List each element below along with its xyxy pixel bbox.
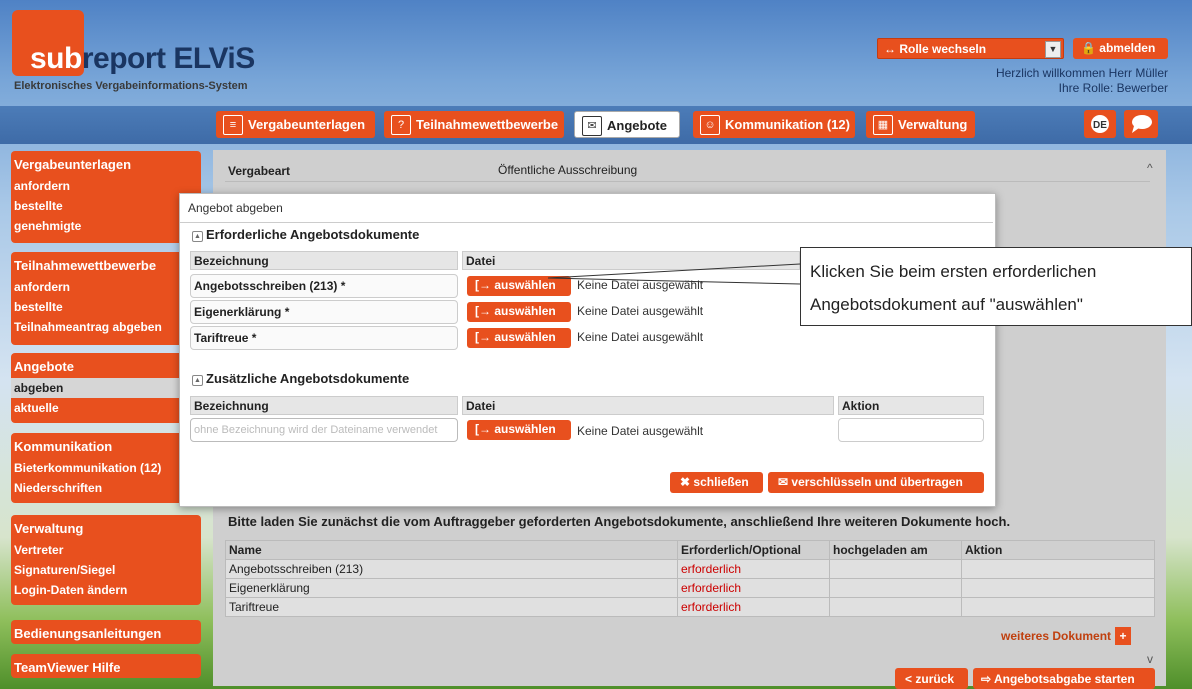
sidebar-item-bestellte[interactable]: bestellte	[11, 196, 201, 216]
upload-button[interactable]: [→ auswählen	[467, 420, 571, 440]
col-required: Erforderlich/Optional	[677, 540, 830, 560]
sidebar-item-bieterkommunikation[interactable]: Bieterkommunikation (12)	[11, 458, 201, 478]
upload-button[interactable]: [→ auswählen	[467, 302, 571, 322]
document-icon: ≡	[223, 115, 243, 135]
chevron-left-icon: <	[905, 672, 913, 686]
dialog-title: Angebot abgeben	[188, 201, 283, 215]
role-switch-select[interactable]: ↔ Rolle wechseln ▼	[877, 38, 1064, 59]
col-aktion: Aktion	[838, 396, 984, 415]
col-name: Name	[225, 540, 678, 560]
close-icon: ✖	[680, 475, 691, 489]
role-switch-label: ↔ Rolle wechseln	[884, 42, 987, 56]
file-status: Keine Datei ausgewählt	[577, 330, 704, 344]
sidebar-group-teilnahmewettbewerbe: Teilnahmewettbewerbe anfordern bestellte…	[11, 252, 201, 345]
close-button[interactable]: ✖ schließen	[670, 472, 763, 493]
collapse-icon: ▲	[192, 231, 203, 242]
file-status: Keine Datei ausgewählt	[577, 424, 704, 438]
envelope-icon: ✉	[778, 475, 789, 489]
file-status: Keine Datei ausgewählt	[577, 304, 704, 318]
plus-icon: +	[1115, 627, 1132, 645]
chevron-down-icon: ▼	[1045, 41, 1061, 58]
sidebar-item-bestellte-tw[interactable]: bestellte	[11, 297, 201, 317]
upload-button[interactable]: [→ auswählen	[467, 328, 571, 348]
collapse-icon: ▲	[192, 375, 203, 386]
extra-docs-section[interactable]: ▲ Zusätzliche Angebotsdokumente	[192, 371, 409, 386]
people-icon: ☺	[700, 115, 720, 135]
add-document-button[interactable]: weiteres Dokument +	[1001, 627, 1132, 645]
arrow-right-icon: [→	[475, 304, 491, 318]
sidebar-item-signaturen[interactable]: Signaturen/Siegel	[11, 560, 201, 580]
scroll-up-icon[interactable]: ^	[1147, 161, 1153, 175]
chat-bubble-icon	[1124, 110, 1158, 138]
sidebar-group-angebote: Angebote abgeben aktuelle	[11, 353, 201, 423]
arrow-right-icon: [→	[475, 422, 491, 436]
grid-icon: ▦	[873, 115, 893, 135]
flag-de-icon: DE	[1084, 110, 1116, 138]
sidebar-item-teilnahmeantrag[interactable]: Teilnahmeantrag abgeben	[11, 317, 201, 337]
required-doc-name: Angebotsschreiben (213) *	[190, 274, 458, 298]
nav-kommunikation[interactable]: ☺ Kommunikation (12)	[693, 111, 855, 138]
table-header-row: Name Erforderlich/Optional hochgeladen a…	[225, 540, 1155, 560]
chat-button[interactable]	[1124, 110, 1158, 138]
start-submission-button[interactable]: ⇨ Angebotsabgabe starten	[973, 668, 1155, 689]
sidebar-item-genehmigte[interactable]: genehmigte	[11, 216, 201, 236]
svg-text:DE: DE	[1093, 120, 1107, 131]
vergabeart-label: Vergabeart	[228, 164, 291, 178]
table-row: Tariftreue erforderlich	[225, 597, 1155, 617]
logout-button[interactable]: 🔒 abmelden	[1073, 38, 1168, 59]
sidebar-item-niederschriften[interactable]: Niederschriften	[11, 478, 201, 498]
sidebar-item-vertreter[interactable]: Vertreter	[11, 540, 201, 560]
welcome-text: Herzlich willkommen Herr Müller Ihre Rol…	[995, 66, 1168, 95]
sidebar-group-kommunikation: Kommunikation Bieterkommunikation (12) N…	[11, 433, 201, 503]
nav-verwaltung[interactable]: ▦ Verwaltung	[866, 111, 975, 138]
sidebar-item-anfordern[interactable]: anfordern	[11, 176, 201, 196]
nav-angebote[interactable]: ✉ Angebote	[574, 111, 680, 138]
col-action: Aktion	[961, 540, 1155, 560]
callout-pointer	[547, 263, 801, 285]
col-bezeichnung: Bezeichnung	[190, 251, 458, 270]
arrow-right-icon: ⇨	[981, 672, 992, 686]
vergabeart-value: Öffentliche Ausschreibung	[498, 163, 638, 177]
table-row: Eigenerklärung erforderlich	[225, 578, 1155, 598]
nav-vergabeunterlagen[interactable]: ≡ Vergabeunterlagen	[216, 111, 375, 138]
required-docs-section[interactable]: ▲ Erforderliche Angebotsdokumente	[192, 227, 419, 242]
sidebar-teamviewer-hilfe[interactable]: TeamViewer Hilfe	[11, 654, 201, 678]
col-datei: Datei	[462, 396, 834, 415]
divider	[180, 222, 993, 223]
sidebar-item-abgeben[interactable]: abgeben	[11, 378, 201, 398]
sidebar-item-aktuelle[interactable]: aktuelle	[11, 398, 201, 418]
col-uploaded: hochgeladen am	[829, 540, 962, 560]
table-row: Angebotsschreiben (213) erforderlich	[225, 559, 1155, 579]
required-doc-name: Eigenerklärung *	[190, 300, 458, 324]
sidebar-group-verwaltung: Verwaltung Vertreter Signaturen/Siegel L…	[11, 515, 201, 605]
sidebar-group-vergabeunterlagen: Vergabeunterlagen anfordern bestellte ge…	[11, 151, 201, 243]
arrow-right-icon: [→	[475, 278, 491, 292]
required-doc-name: Tariftreue *	[190, 326, 458, 350]
lock-icon: 🔒	[1081, 41, 1096, 55]
nav-teilnahmewettbewerbe[interactable]: ? Teilnahmewettbewerbe	[384, 111, 564, 138]
scroll-down-icon[interactable]: v	[1147, 652, 1153, 666]
tutorial-callout: Klicken Sie beim ersten erforderlichen A…	[800, 247, 1192, 326]
sidebar-item-login-daten[interactable]: Login-Daten ändern	[11, 580, 201, 600]
back-button[interactable]: < zurück	[895, 668, 968, 689]
action-cell	[838, 418, 984, 442]
documents-table: Name Erforderlich/Optional hochgeladen a…	[225, 540, 1155, 617]
envelope-icon: ✉	[582, 116, 602, 136]
logo: subreport ELViS	[30, 42, 255, 75]
language-de-button[interactable]: DE	[1084, 110, 1116, 138]
doc-name-input[interactable]: ohne Bezeichnung wird der Dateiname verw…	[190, 418, 458, 442]
logo-tagline: Elektronisches Vergabeinformations-Syste…	[14, 80, 248, 92]
sidebar-item-anfordern-tw[interactable]: anfordern	[11, 277, 201, 297]
sidebar-bedienungsanleitungen[interactable]: Bedienungsanleitungen	[11, 620, 201, 644]
col-bezeichnung: Bezeichnung	[190, 396, 458, 415]
divider	[225, 181, 1150, 182]
upload-instructions: Bitte laden Sie zunächst die vom Auftrag…	[228, 514, 1011, 529]
encrypt-submit-button[interactable]: ✉ verschlüsseln und übertragen	[768, 472, 984, 493]
arrow-right-icon: [→	[475, 330, 491, 344]
badge-icon: ?	[391, 115, 411, 135]
